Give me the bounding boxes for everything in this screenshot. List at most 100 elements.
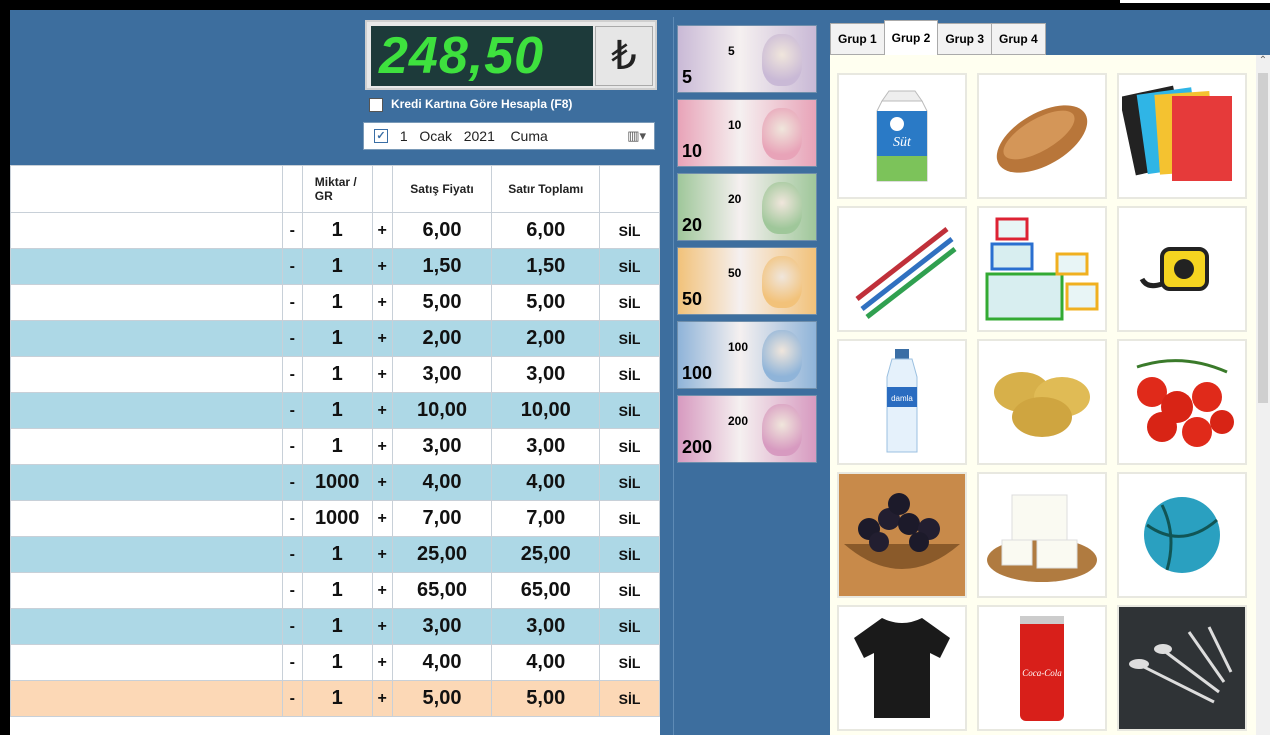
product-tile[interactable]: Coca-Cola bbox=[977, 605, 1107, 731]
delete-button[interactable]: SİL bbox=[599, 428, 660, 465]
delete-button[interactable]: SİL bbox=[599, 248, 660, 285]
date-month[interactable]: Ocak bbox=[419, 128, 452, 144]
table-row[interactable]: -1 +5,00 5,00 SİL bbox=[10, 680, 660, 717]
plus-button[interactable]: + bbox=[371, 680, 393, 717]
product-tile[interactable] bbox=[1117, 605, 1247, 731]
plus-button[interactable]: + bbox=[371, 572, 393, 609]
product-tile[interactable] bbox=[1117, 339, 1247, 465]
banknote-10[interactable]: 10 10 bbox=[677, 99, 817, 167]
quantity-cell[interactable]: 1 bbox=[301, 644, 373, 681]
quantity-cell[interactable]: 1 bbox=[301, 356, 373, 393]
table-row[interactable]: -1 +25,00 25,00 SİL bbox=[10, 536, 660, 573]
quantity-cell[interactable]: 1 bbox=[301, 680, 373, 717]
banknote-20[interactable]: 20 20 bbox=[677, 173, 817, 241]
minus-button[interactable]: - bbox=[281, 536, 303, 573]
product-tile[interactable] bbox=[837, 605, 967, 731]
table-row[interactable]: -1 +5,00 5,00 SİL bbox=[10, 284, 660, 321]
table-row[interactable]: -1 +2,00 2,00 SİL bbox=[10, 320, 660, 357]
table-row[interactable]: -1 +3,00 3,00 SİL bbox=[10, 356, 660, 393]
product-tile[interactable] bbox=[977, 472, 1107, 598]
minus-button[interactable]: - bbox=[281, 284, 303, 321]
minus-button[interactable]: - bbox=[281, 500, 303, 537]
tab-grup-3[interactable]: Grup 3 bbox=[937, 23, 993, 55]
product-tile[interactable] bbox=[1117, 206, 1247, 332]
delete-button[interactable]: SİL bbox=[599, 644, 660, 681]
tab-grup-1[interactable]: Grup 1 bbox=[830, 23, 885, 55]
tab-grup-2[interactable]: Grup 2 bbox=[883, 20, 939, 55]
currency-button[interactable]: ₺ bbox=[595, 26, 653, 86]
minus-button[interactable]: - bbox=[281, 356, 303, 393]
plus-button[interactable]: + bbox=[371, 284, 393, 321]
minus-button[interactable]: - bbox=[281, 608, 303, 645]
minus-button[interactable]: - bbox=[281, 428, 303, 465]
delete-button[interactable]: SİL bbox=[599, 680, 660, 717]
table-row[interactable]: -1000 +7,00 7,00 SİL bbox=[10, 500, 660, 537]
credit-card-checkbox[interactable] bbox=[369, 97, 383, 112]
credit-card-option[interactable]: Kredi Kartına Göre Hesapla (F8) bbox=[367, 94, 657, 114]
delete-button[interactable]: SİL bbox=[599, 464, 660, 501]
calendar-dropdown-icon[interactable]: ▥▾ bbox=[627, 123, 646, 149]
plus-button[interactable]: + bbox=[371, 248, 393, 285]
delete-button[interactable]: SİL bbox=[599, 320, 660, 357]
delete-button[interactable]: SİL bbox=[599, 392, 660, 429]
product-tile[interactable] bbox=[1117, 472, 1247, 598]
quantity-cell[interactable]: 1000 bbox=[301, 464, 373, 501]
quantity-cell[interactable]: 1 bbox=[301, 392, 373, 429]
quantity-cell[interactable]: 1 bbox=[301, 428, 373, 465]
minus-button[interactable]: - bbox=[281, 572, 303, 609]
quantity-cell[interactable]: 1 bbox=[301, 320, 373, 357]
minus-button[interactable]: - bbox=[281, 248, 303, 285]
table-row[interactable]: -1 +6,00 6,00 SİL bbox=[10, 212, 660, 249]
product-tile[interactable] bbox=[977, 206, 1107, 332]
banknote-100[interactable]: 100 100 bbox=[677, 321, 817, 389]
quantity-cell[interactable]: 1 bbox=[301, 536, 373, 573]
product-tile[interactable] bbox=[977, 73, 1107, 199]
product-tile[interactable]: damla bbox=[837, 339, 967, 465]
table-row[interactable]: -1 +3,00 3,00 SİL bbox=[10, 608, 660, 645]
date-picker[interactable]: ✓ 1 Ocak 2021 Cuma ▥▾ bbox=[363, 122, 655, 150]
minus-button[interactable]: - bbox=[281, 644, 303, 681]
plus-button[interactable]: + bbox=[371, 320, 393, 357]
scroll-thumb[interactable] bbox=[1258, 73, 1268, 403]
quantity-cell[interactable]: 1 bbox=[301, 212, 373, 249]
table-row[interactable]: -1000 +4,00 4,00 SİL bbox=[10, 464, 660, 501]
minus-button[interactable]: - bbox=[281, 464, 303, 501]
product-tile[interactable]: Süt bbox=[837, 73, 967, 199]
plus-button[interactable]: + bbox=[371, 464, 393, 501]
plus-button[interactable]: + bbox=[371, 392, 393, 429]
product-tile[interactable] bbox=[977, 339, 1107, 465]
delete-button[interactable]: SİL bbox=[599, 608, 660, 645]
date-weekday[interactable]: Cuma bbox=[510, 128, 547, 144]
quantity-cell[interactable]: 1000 bbox=[301, 500, 373, 537]
banknote-200[interactable]: 200 200 bbox=[677, 395, 817, 463]
table-row[interactable]: -1 +65,00 65,00 SİL bbox=[10, 572, 660, 609]
minus-button[interactable]: - bbox=[281, 212, 303, 249]
delete-button[interactable]: SİL bbox=[599, 356, 660, 393]
table-row[interactable]: -1 +3,00 3,00 SİL bbox=[10, 428, 660, 465]
minus-button[interactable]: - bbox=[281, 320, 303, 357]
delete-button[interactable]: SİL bbox=[599, 572, 660, 609]
quantity-cell[interactable]: 1 bbox=[301, 608, 373, 645]
table-row[interactable]: -1 +10,00 10,00 SİL bbox=[10, 392, 660, 429]
product-scrollbar[interactable]: ⌃ bbox=[1256, 55, 1270, 735]
quantity-cell[interactable]: 1 bbox=[301, 248, 373, 285]
product-tile[interactable] bbox=[1117, 73, 1247, 199]
plus-button[interactable]: + bbox=[371, 536, 393, 573]
plus-button[interactable]: + bbox=[371, 356, 393, 393]
date-year[interactable]: 2021 bbox=[464, 128, 495, 144]
tab-grup-4[interactable]: Grup 4 bbox=[991, 23, 1046, 55]
delete-button[interactable]: SİL bbox=[599, 284, 660, 321]
delete-button[interactable]: SİL bbox=[599, 212, 660, 249]
minus-button[interactable]: - bbox=[281, 680, 303, 717]
quantity-cell[interactable]: 1 bbox=[301, 284, 373, 321]
delete-button[interactable]: SİL bbox=[599, 536, 660, 573]
table-row[interactable]: -1 +4,00 4,00 SİL bbox=[10, 644, 660, 681]
scroll-up-icon[interactable]: ⌃ bbox=[1256, 55, 1270, 69]
date-checkbox-icon[interactable]: ✓ bbox=[374, 129, 388, 144]
delete-button[interactable]: SİL bbox=[599, 500, 660, 537]
banknote-50[interactable]: 50 50 bbox=[677, 247, 817, 315]
plus-button[interactable]: + bbox=[371, 428, 393, 465]
quantity-cell[interactable]: 1 bbox=[301, 572, 373, 609]
table-row[interactable]: -1 +1,50 1,50 SİL bbox=[10, 248, 660, 285]
plus-button[interactable]: + bbox=[371, 212, 393, 249]
